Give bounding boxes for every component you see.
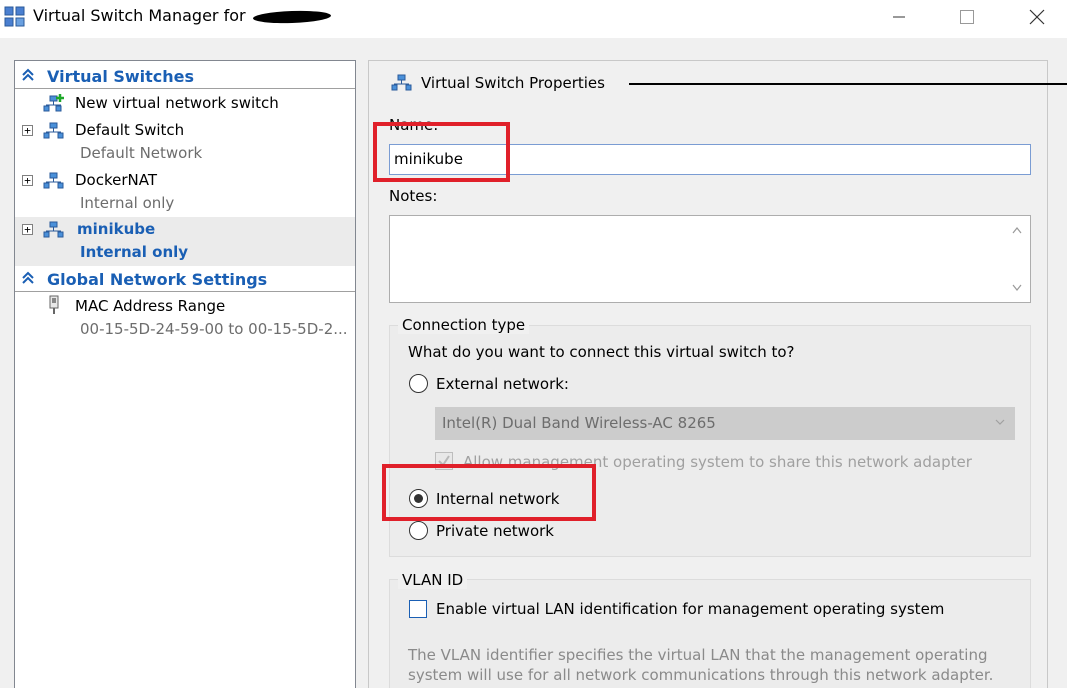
header-rule bbox=[629, 83, 1067, 85]
chevron-down-icon bbox=[995, 419, 1005, 425]
expand-plus-icon[interactable]: + bbox=[22, 224, 33, 235]
enable-vlan-checkbox[interactable] bbox=[409, 600, 427, 618]
private-network-label[interactable]: Private network bbox=[436, 522, 554, 540]
network-adapter-icon bbox=[49, 295, 59, 314]
switch-manager-icon bbox=[4, 6, 25, 27]
switch-item-default[interactable]: + Default Switch Default Network bbox=[15, 117, 355, 167]
expand-plus-icon[interactable]: + bbox=[22, 125, 33, 136]
enable-vlan-label[interactable]: Enable virtual LAN identification for ma… bbox=[436, 600, 944, 618]
external-adapter-select[interactable]: Intel(R) Dual Band Wireless-AC 8265 bbox=[435, 407, 1015, 440]
switch-item-minikube[interactable]: + minikube Internal only bbox=[15, 217, 355, 266]
properties-header: Virtual Switch Properties bbox=[391, 71, 1067, 95]
title-bar: Virtual Switch Manager for bbox=[0, 0, 1067, 38]
private-network-radio[interactable] bbox=[409, 521, 428, 540]
expand-plus-icon[interactable]: + bbox=[22, 175, 33, 186]
new-switch-item[interactable]: New virtual network switch bbox=[15, 90, 355, 116]
switch-tree: Virtual Switches New virtual network swi… bbox=[14, 60, 356, 688]
internal-network-highlight-box bbox=[382, 464, 596, 521]
connection-question: What do you want to connect this virtual… bbox=[408, 343, 795, 361]
virtual-switches-header[interactable]: Virtual Switches bbox=[15, 64, 355, 89]
vlan-description: The VLAN identifier specifies the virtua… bbox=[408, 646, 994, 688]
name-highlight-box bbox=[373, 122, 510, 182]
connection-type-title: Connection type bbox=[398, 316, 530, 334]
scroll-up-icon[interactable] bbox=[1012, 226, 1022, 234]
maximize-icon bbox=[960, 10, 974, 24]
close-icon bbox=[1029, 9, 1045, 25]
network-switch-icon bbox=[43, 172, 64, 189]
minimize-button[interactable] bbox=[876, 0, 922, 34]
collapse-chevron-icon bbox=[22, 271, 34, 284]
redacted-name bbox=[252, 9, 331, 24]
global-network-settings-header[interactable]: Global Network Settings bbox=[15, 267, 355, 292]
network-switch-icon bbox=[43, 221, 64, 238]
scroll-down-icon[interactable] bbox=[1012, 284, 1022, 292]
notes-scrollbar[interactable] bbox=[1004, 216, 1030, 302]
external-network-label[interactable]: External network: bbox=[436, 375, 569, 393]
external-network-radio[interactable] bbox=[409, 374, 428, 393]
window-title: Virtual Switch Manager for bbox=[33, 6, 331, 25]
new-switch-icon bbox=[43, 94, 64, 112]
maximize-button[interactable] bbox=[944, 0, 990, 34]
minimize-icon bbox=[893, 16, 905, 18]
switch-item-dockernat[interactable]: + DockerNAT Internal only bbox=[15, 167, 355, 217]
vlan-title: VLAN ID bbox=[398, 571, 468, 589]
collapse-chevron-icon bbox=[22, 68, 34, 81]
network-switch-icon bbox=[43, 122, 64, 139]
close-button[interactable] bbox=[1014, 0, 1060, 34]
notes-label: Notes: bbox=[389, 187, 438, 205]
mac-address-range-item[interactable]: MAC Address Range 00-15-5D-24-59-00 to 0… bbox=[15, 293, 355, 343]
notes-textarea[interactable] bbox=[389, 215, 1031, 303]
network-switch-icon bbox=[391, 74, 412, 91]
